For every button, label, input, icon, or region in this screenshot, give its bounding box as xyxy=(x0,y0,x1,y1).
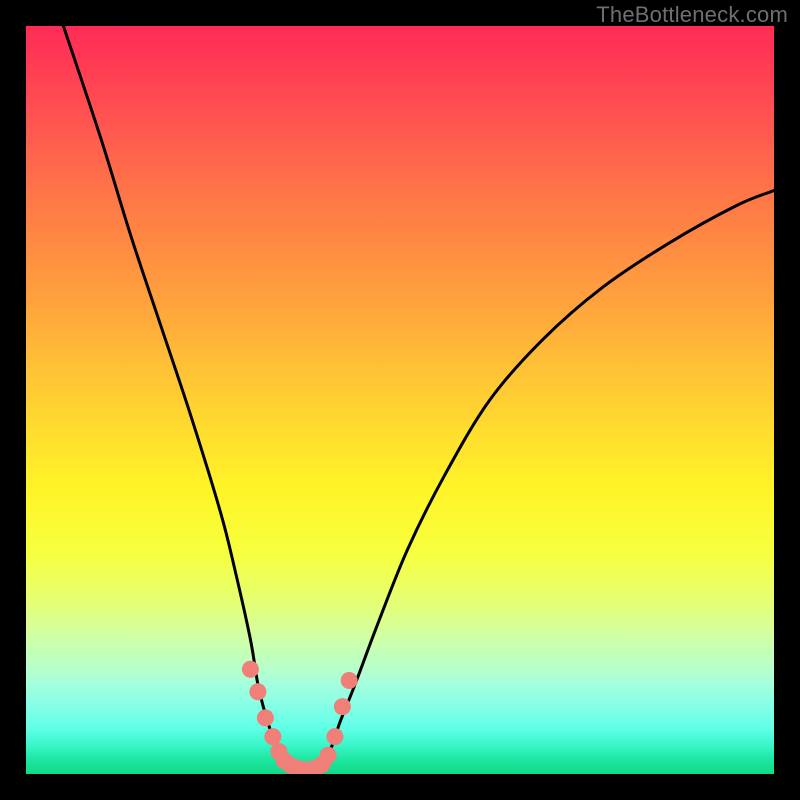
marker-dot xyxy=(320,747,337,764)
marker-dot xyxy=(334,698,351,715)
watermark-text: TheBottleneck.com xyxy=(596,2,788,28)
marker-dot xyxy=(264,728,281,745)
plot-area xyxy=(26,26,774,774)
marker-dot xyxy=(249,683,266,700)
curve-left-curve xyxy=(63,26,302,770)
chart-svg xyxy=(26,26,774,774)
outer-frame: TheBottleneck.com xyxy=(0,0,800,800)
marker-dot xyxy=(242,661,259,678)
marker-dot xyxy=(341,672,358,689)
marker-dot xyxy=(257,709,274,726)
marker-dot xyxy=(326,728,343,745)
curve-right-curve xyxy=(310,191,774,771)
